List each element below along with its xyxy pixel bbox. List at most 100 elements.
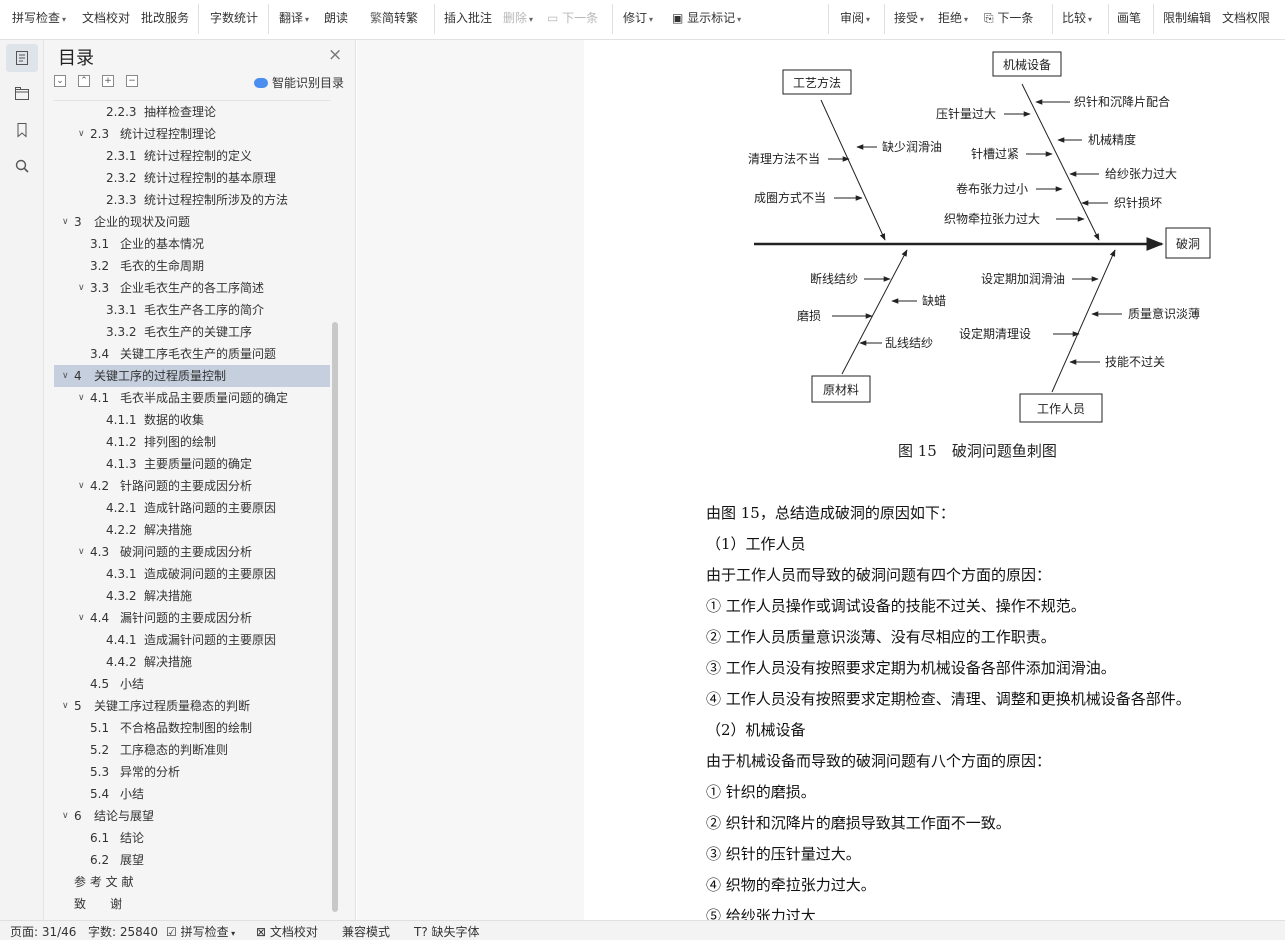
chevron-down-icon[interactable]: ∨ [62, 805, 69, 827]
toc-item-number: 4.1 [90, 391, 110, 405]
expand-up-icon[interactable]: ⌃ [78, 75, 90, 87]
chevron-down-icon[interactable]: ∨ [78, 541, 85, 563]
paragraph: ① 工作人员操作或调试设备的技能不过关、操作不规范。 [706, 597, 1086, 615]
toc-item[interactable]: 4.1.2 排列图的绘制 [54, 431, 330, 453]
status-proofread[interactable]: ⊠ 文档校对 [256, 923, 318, 940]
toc-item[interactable]: 3.1 企业的基本情况 [54, 233, 330, 255]
document-permission-button[interactable]: 文档权限 [1222, 8, 1270, 28]
toc-item[interactable]: 4.3.2 解决措施 [54, 585, 330, 607]
status-spell-check[interactable]: ☑ 拼写检查 ▾ [166, 923, 235, 940]
toc-item[interactable]: ∨ 6 结论与展望 [54, 805, 330, 827]
toc-item[interactable]: 4.4.1 造成漏针问题的主要原因 [54, 629, 330, 651]
toc-item-number: 2.2.3 [106, 105, 137, 119]
collapse-all-icon[interactable]: ⌄ [54, 75, 66, 87]
word-count-button[interactable]: 字数统计 [210, 8, 258, 28]
toc-item[interactable]: 4.1.1 数据的收集 [54, 409, 330, 431]
toc-item[interactable]: 6.2 展望 [54, 849, 330, 871]
toc-item-label: 解决措施 [144, 589, 193, 603]
chevron-down-icon[interactable]: ∨ [78, 123, 85, 145]
toc-item[interactable]: ∨ 4.2 针路问题的主要成因分析 [54, 475, 330, 497]
toc-item[interactable]: 4.1.3 主要质量问题的确定 [54, 453, 330, 475]
toc-icon[interactable] [6, 44, 38, 72]
close-icon[interactable]: × [328, 45, 342, 65]
toc-item[interactable]: ∨ 4.1 毛衣半成品主要质量问题的确定 [54, 387, 330, 409]
toc-item[interactable]: 3.3.1 毛衣生产各工序的简介 [54, 299, 330, 321]
bookmark-icon[interactable] [6, 116, 38, 144]
toc-item[interactable]: 4.4.2 解决措施 [54, 651, 330, 673]
toc-item[interactable]: ∨ 3 企业的现状及问题 [54, 211, 330, 233]
category-machine: 机械设备 [1003, 57, 1051, 72]
read-aloud-button[interactable]: 朗读 [324, 8, 348, 28]
toc-item-label: 小结 [120, 787, 145, 801]
chevron-down-icon[interactable]: ∨ [62, 365, 69, 387]
cause-label: 机械精度 [1088, 132, 1136, 147]
toc-item[interactable]: ∨ 4 关键工序的过程质量控制 [54, 365, 330, 387]
toc-item[interactable]: 5.4 小结 [54, 783, 330, 805]
remove-level-icon[interactable]: − [126, 75, 138, 87]
translate-button[interactable]: 翻译 ▾ [279, 8, 309, 28]
chevron-down-icon[interactable]: ∨ [62, 695, 69, 717]
delete-comment-button[interactable]: 删除 ▾ [503, 8, 533, 28]
proofread-button[interactable]: 文档校对 [82, 8, 130, 28]
insert-comment-button[interactable]: 插入批注 [444, 8, 492, 28]
spell-check-button[interactable]: 拼写检查 ▾ [12, 8, 66, 28]
accept-button[interactable]: 接受 ▾ [894, 8, 924, 28]
next-comment-button[interactable]: ▭ 下一条 [547, 8, 598, 28]
pen-button[interactable]: 画笔 [1117, 8, 1141, 28]
toc-item[interactable]: 4.5 小结 [54, 673, 330, 695]
correction-service-button[interactable]: 批改服务 [141, 8, 189, 28]
word-count[interactable]: 字数: 25840 [88, 923, 158, 940]
toc-item[interactable]: ∨ 5 关键工序过程质量稳态的判断 [54, 695, 330, 717]
toc-item[interactable]: 6.1 结论 [54, 827, 330, 849]
cause-label: 压针量过大 [936, 106, 996, 121]
toc-item[interactable]: 3.4 关键工序毛衣生产的质量问题 [54, 343, 330, 365]
next-icon: ⎘ [984, 11, 998, 25]
toc-item[interactable]: 5.3 异常的分析 [54, 761, 330, 783]
review-pane-button[interactable]: 审阅 ▾ [840, 8, 870, 28]
toc-item[interactable]: 参 考 文 献 [54, 871, 330, 893]
fishbone-diagram: 破洞 工艺方法 机械设备 原材料 工作人员 缺少润滑油 清理方法不当 成圈方式不… [748, 51, 1211, 423]
toc-item-label: 针路问题的主要成因分析 [120, 479, 253, 493]
toc-item[interactable]: 2.3.1 统计过程控制的定义 [54, 145, 330, 167]
paragraph: （1）工作人员 [706, 535, 806, 553]
toc-item[interactable]: ∨ 4.4 漏针问题的主要成因分析 [54, 607, 330, 629]
chevron-down-icon[interactable]: ∨ [62, 211, 69, 233]
reject-button[interactable]: 拒绝 ▾ [938, 8, 968, 28]
restrict-editing-button[interactable]: 限制编辑 [1163, 8, 1211, 28]
toc-item[interactable]: 致 谢 [54, 893, 330, 915]
page-indicator[interactable]: 页面: 31/46 [10, 923, 76, 940]
chevron-down-icon[interactable]: ∨ [78, 607, 85, 629]
missing-font-button[interactable]: T? 缺失字体 [414, 923, 480, 940]
toc-item[interactable]: ∨ 2.3 统计过程控制理论 [54, 123, 330, 145]
chapter-nav-icon[interactable] [6, 80, 38, 108]
search-icon[interactable] [6, 152, 38, 180]
toc-item[interactable]: 2.2.3 抽样检查理论 [54, 101, 330, 123]
chevron-down-icon[interactable]: ∨ [78, 387, 85, 409]
toc-item[interactable]: 4.2.2 解决措施 [54, 519, 330, 541]
toc-item[interactable]: ∨ 4.3 破洞问题的主要成因分析 [54, 541, 330, 563]
toc-item[interactable]: 5.1 不合格品数控制图的绘制 [54, 717, 330, 739]
show-markup-button[interactable]: ▣ 显示标记 ▾ [672, 8, 741, 28]
chevron-down-icon[interactable]: ∨ [78, 475, 85, 497]
toc-item[interactable]: 4.3.1 造成破洞问题的主要原因 [54, 563, 330, 585]
toc-item[interactable]: ∨ 3.3 企业毛衣生产的各工序简述 [54, 277, 330, 299]
toc-item-number: 4.3 [90, 545, 110, 559]
add-level-icon[interactable]: + [102, 75, 114, 87]
chevron-down-icon[interactable]: ∨ [78, 277, 85, 299]
toc-item-label: 关键工序过程质量稳态的判断 [94, 699, 251, 713]
toc-item-label: 漏针问题的主要成因分析 [120, 611, 253, 625]
toc-scrollbar[interactable] [332, 322, 338, 912]
track-changes-button[interactable]: 修订 ▾ [623, 8, 653, 28]
cause-label: 织物牵拉张力过大 [944, 211, 1040, 226]
toc-item[interactable]: 4.2.1 造成针路问题的主要原因 [54, 497, 330, 519]
simp-to-trad-button[interactable]: 繁简转繁 [370, 8, 418, 28]
toc-item[interactable]: 3.2 毛衣的生命周期 [54, 255, 330, 277]
compare-button[interactable]: 比较 ▾ [1062, 8, 1092, 28]
toc-item[interactable]: 5.2 工序稳态的判断准则 [54, 739, 330, 761]
toc-item[interactable]: 3.3.2 毛衣生产的关键工序 [54, 321, 330, 343]
toc-item[interactable]: 2.3.3 统计过程控制所涉及的方法 [54, 189, 330, 211]
next-change-button[interactable]: ⎘ 下一条 [984, 8, 1033, 28]
toc-list: 2.2.3 抽样检查理论 ∨ 2.3 统计过程控制理论 2.3.1 统计过程控制的定义 2.3… [54, 100, 330, 918]
smart-toc-button[interactable]: 智能识别目录 [254, 74, 344, 91]
toc-item[interactable]: 2.3.2 统计过程控制的基本原理 [54, 167, 330, 189]
